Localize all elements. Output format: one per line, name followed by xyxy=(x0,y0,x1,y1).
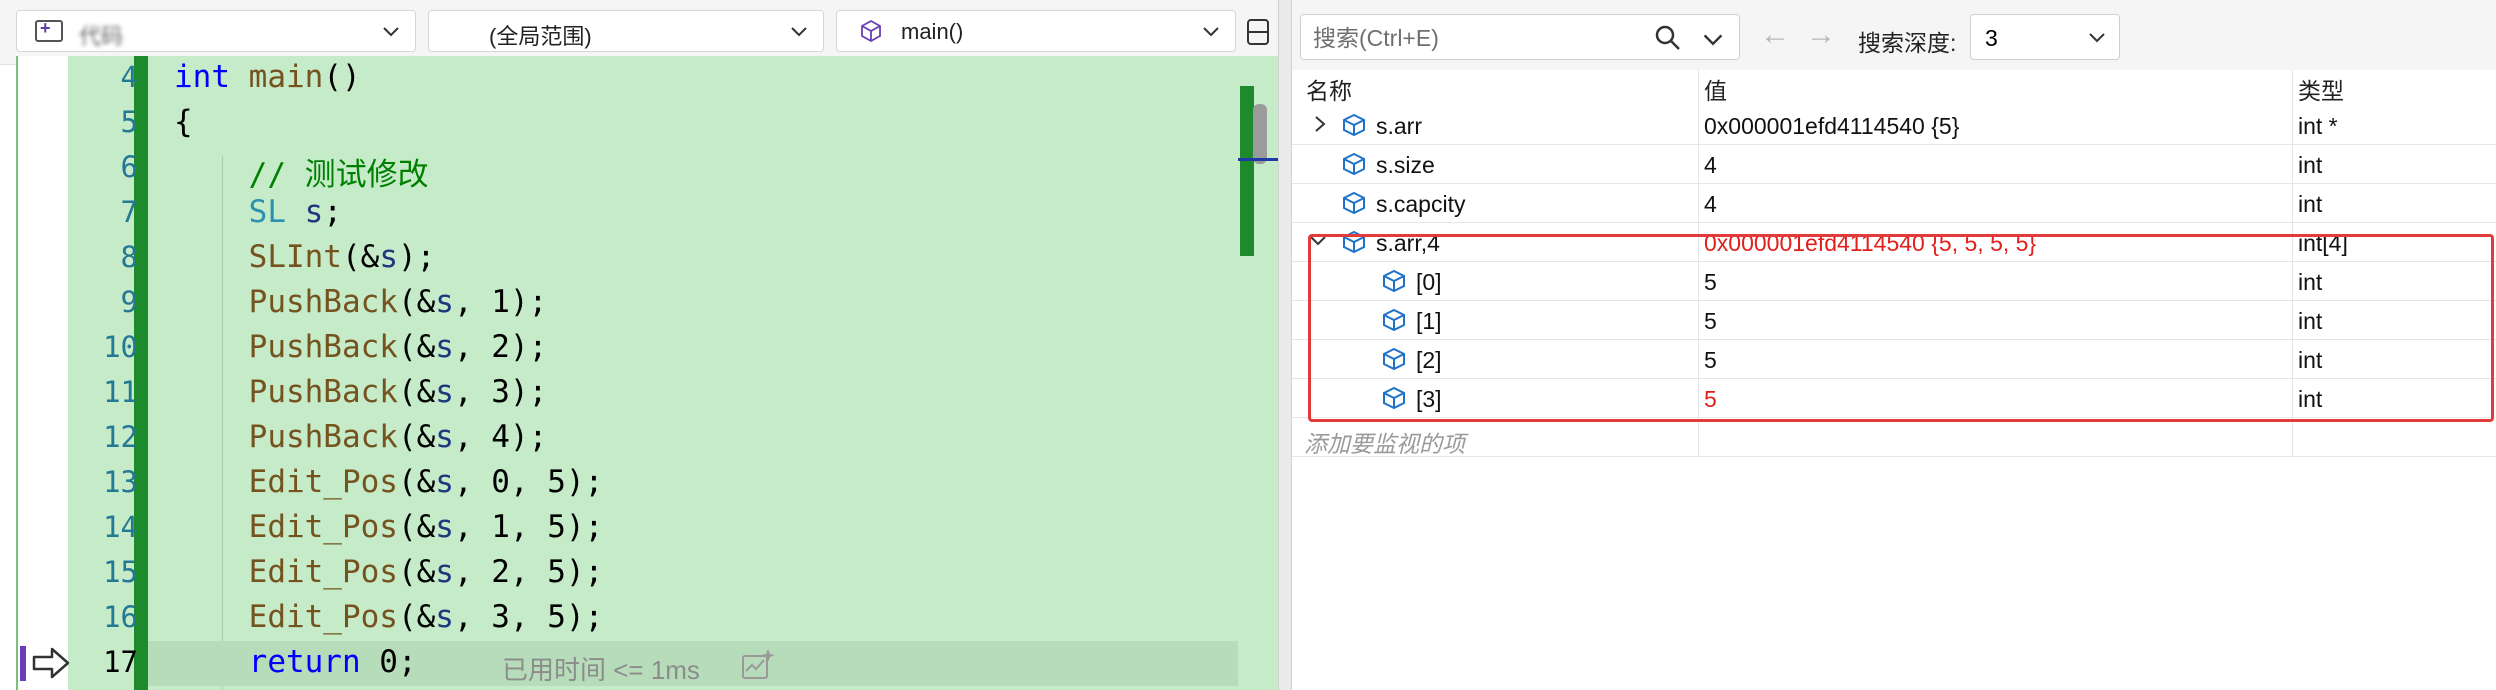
code-line: 8 SLInt(&s); xyxy=(16,236,1238,281)
line-number: 16 xyxy=(103,600,138,634)
editor-scrollbar-thumb[interactable] xyxy=(1253,104,1267,164)
column-header-value[interactable]: 值 xyxy=(1704,72,1727,106)
watch-window: ← → 搜索深度: 3 名称 值 类型 s.arr 0x000001efd411… xyxy=(1292,0,2496,690)
code-line: 12 PushBack(&s, 4); xyxy=(16,416,1238,461)
variable-cube-icon xyxy=(1343,113,1365,137)
split-editor-icon[interactable] xyxy=(1246,18,1270,46)
search-depth-dropdown[interactable]: 3 xyxy=(1970,14,2120,60)
watch-value[interactable]: 0x000001efd4114540 {5} xyxy=(1704,113,1959,140)
search-icon[interactable] xyxy=(1653,23,1683,53)
search-back-arrow-icon[interactable]: ← xyxy=(1758,20,1792,50)
search-forward-arrow-icon[interactable]: → xyxy=(1804,20,1838,50)
line-number: 13 xyxy=(103,465,138,499)
code-line: 7 SL s; xyxy=(16,191,1238,236)
line-number: 5 xyxy=(120,105,138,139)
line-number: 7 xyxy=(120,195,138,229)
code-line: 13 Edit_Pos(&s, 0, 5); xyxy=(16,461,1238,506)
variable-cube-icon xyxy=(1343,191,1365,215)
add-watch-row[interactable]: 添加要监视的项 xyxy=(1292,418,2496,457)
code-text-area[interactable]: 4 int main() 5 { 6 // 测试修改 7 SL s; 8 SLI… xyxy=(16,56,1278,690)
code-line: 16 Edit_Pos(&s, 3, 5); xyxy=(16,596,1238,641)
column-header-type[interactable]: 类型 xyxy=(2298,72,2344,106)
function-cube-icon xyxy=(861,19,881,43)
code-line: 10 PushBack(&s, 2); xyxy=(16,326,1238,371)
editor-scrollbar-track[interactable] xyxy=(1240,86,1254,256)
watch-search-input[interactable] xyxy=(1301,15,1655,61)
add-watch-placeholder[interactable]: 添加要监视的项 xyxy=(1304,425,1465,459)
watch-row[interactable]: s.capcity 4 int xyxy=(1292,184,2496,223)
line-number: 17 xyxy=(103,645,138,679)
line-number: 15 xyxy=(103,555,138,589)
code-editor: 代码 (全局范围) main() 4 int main() 5 { 6 / xyxy=(0,0,1278,690)
code-line: 5 { xyxy=(16,101,1238,146)
line-number: 11 xyxy=(103,375,138,409)
line-number: 9 xyxy=(120,285,138,319)
line-number: 10 xyxy=(103,330,138,364)
annotation-highlight-box xyxy=(1308,234,2494,422)
chevron-down-icon xyxy=(791,27,807,37)
code-line: 6 // 测试修改 xyxy=(16,146,1238,193)
chevron-down-icon xyxy=(1203,27,1219,37)
code-line: 14 Edit_Pos(&s, 1, 5); xyxy=(16,506,1238,551)
line-number: 12 xyxy=(103,420,138,454)
watch-row[interactable]: s.arr 0x000001efd4114540 {5} int * xyxy=(1292,106,2496,145)
code-line: 4 int main() xyxy=(16,56,1238,101)
variable-cube-icon xyxy=(1343,152,1365,176)
code-line: 9 PushBack(&s, 1); xyxy=(16,281,1238,326)
search-depth-value: 3 xyxy=(1985,25,1998,51)
column-header-name[interactable]: 名称 xyxy=(1306,72,1352,106)
line-number: 4 xyxy=(120,60,138,94)
scope-label: (全局范围) xyxy=(489,24,592,49)
chevron-down-icon xyxy=(2089,33,2105,43)
diagnostic-tools-icon[interactable] xyxy=(740,647,776,681)
watch-name: s.arr xyxy=(1376,113,1422,139)
watch-value[interactable]: 4 xyxy=(1704,152,1717,179)
watch-type: int xyxy=(2298,191,2323,217)
code-line: 11 PushBack(&s, 3); xyxy=(16,371,1238,416)
watch-row[interactable]: s.size 4 int xyxy=(1292,145,2496,184)
watch-name: s.size xyxy=(1376,152,1435,178)
watch-search-box[interactable] xyxy=(1300,14,1740,61)
line-number: 6 xyxy=(120,150,138,184)
expand-chevron-icon[interactable] xyxy=(1310,112,1330,136)
pane-splitter[interactable] xyxy=(1278,0,1292,690)
function-label: main() xyxy=(901,19,964,44)
watch-type: int xyxy=(2298,152,2323,178)
watch-name: s.capcity xyxy=(1376,191,1466,217)
project-name: 代码 xyxy=(79,24,124,49)
project-icon xyxy=(35,18,63,42)
line-number: 8 xyxy=(120,240,138,274)
watch-toolbar: ← → 搜索深度: 3 xyxy=(1292,0,2496,70)
line-number: 14 xyxy=(103,510,138,544)
elapsed-time-hint: 已用时间 <= 1ms xyxy=(502,655,700,685)
scope-dropdown[interactable]: (全局范围) xyxy=(428,10,824,52)
chevron-down-icon xyxy=(383,27,399,37)
scrollbar-position-marker xyxy=(1238,158,1278,161)
code-line-current: 17 return 0; 已用时间 <= 1ms xyxy=(16,641,1238,686)
search-options-chevron-icon[interactable] xyxy=(1701,27,1725,51)
code-line: 15 Edit_Pos(&s, 2, 5); xyxy=(16,551,1238,596)
watch-column-header: 名称 值 类型 xyxy=(1292,70,2496,106)
function-dropdown[interactable]: main() xyxy=(836,10,1236,52)
watch-type: int * xyxy=(2298,113,2338,139)
project-dropdown[interactable]: 代码 xyxy=(16,10,416,52)
watch-value[interactable]: 4 xyxy=(1704,191,1717,218)
search-depth-label: 搜索深度: xyxy=(1858,30,1957,56)
